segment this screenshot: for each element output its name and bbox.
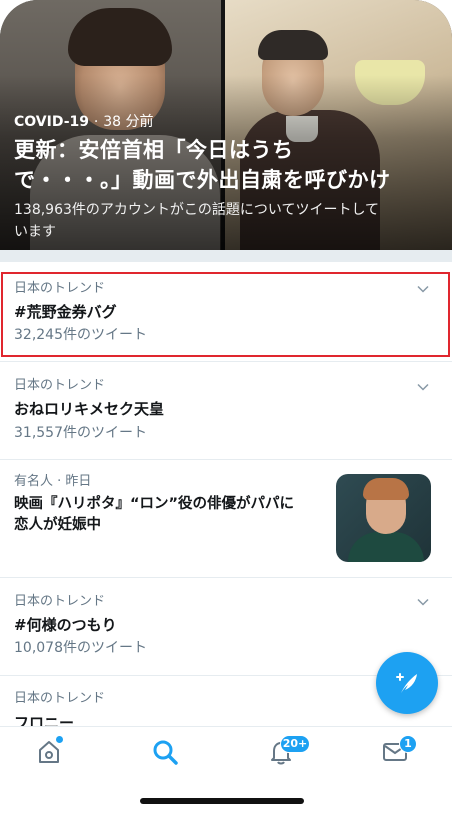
chevron-down-icon[interactable]	[416, 595, 430, 609]
thumbnail-person-body	[348, 532, 424, 562]
trend-item[interactable]: 日本のトレンド おねロリキメセク天皇 31,557件のツイート	[0, 362, 452, 460]
hero-title: 更新：安倍首相「今日はうち で・・・。」動画で外出自粛を呼びかけ	[14, 135, 442, 195]
trend-item[interactable]: 日本のトレンド #荒野金券バグ 32,245件のツイート	[0, 262, 452, 362]
notifications-badge: 20+	[280, 735, 310, 753]
trend-tweet-count: 32,245件のツイート	[14, 327, 147, 343]
news-thumbnail[interactable]	[336, 474, 431, 562]
hero-subtitle-line-2: います	[14, 224, 56, 240]
hero-subtitle: 138,963件のアカウントがこの話題についてツイートして います	[14, 199, 442, 243]
trend-tweet-count: 31,557件のツイート	[14, 425, 147, 441]
trend-tweet-count: 10,078件のツイート	[14, 640, 147, 656]
trend-context: 日本のトレンド	[14, 691, 106, 706]
hero-text-block: COVID-19 · 38 分前 更新：安倍首相「今日はうち で・・・。」動画で…	[14, 112, 442, 243]
compose-tweet-button[interactable]	[376, 652, 438, 714]
hero-meta: COVID-19 · 38 分前	[14, 112, 442, 132]
hero-time: 38 分前	[103, 114, 154, 130]
trend-context: 日本のトレンド	[14, 281, 106, 296]
news-headline-line-1: 映画『ハリポタ』“ロン”役の俳優がパパに	[14, 496, 295, 512]
home-new-indicator-dot	[56, 736, 63, 743]
hero-separator: ·	[93, 114, 99, 130]
feather-plus-icon	[396, 673, 417, 693]
bottom-tab-bar	[0, 726, 452, 778]
trend-name: フロニー	[14, 714, 75, 726]
section-divider	[0, 250, 452, 262]
hero-category: COVID-19	[14, 114, 90, 130]
chevron-down-icon[interactable]	[416, 282, 430, 296]
news-context: 有名人 · 昨日	[14, 474, 92, 489]
chevron-down-icon[interactable]	[416, 380, 430, 394]
trend-context: 日本のトレンド	[14, 594, 106, 609]
featured-story-card[interactable]: COVID-19 · 38 分前 更新：安倍首相「今日はうち で・・・。」動画で…	[0, 0, 452, 250]
trend-name: #荒野金券バグ	[14, 303, 117, 321]
news-headline-line-2: 恋人が妊娠中	[14, 517, 101, 533]
messages-badge: 1	[399, 735, 417, 753]
hero-title-line-1: 更新：安倍首相「今日はうち	[14, 138, 294, 162]
hero-subtitle-line-1: 138,963件のアカウントがこの話題についてツイートして	[14, 202, 380, 218]
trend-context: 日本のトレンド	[14, 378, 106, 393]
thumbnail-person-hair	[363, 478, 409, 500]
trend-name: おねロリキメセク天皇	[14, 400, 165, 418]
hero-title-line-2: で・・・。」動画で外出自粛を呼びかけ	[14, 168, 391, 192]
trend-name: #何様のつもり	[14, 616, 117, 634]
search-icon[interactable]	[150, 737, 180, 767]
home-indicator-bar[interactable]	[140, 798, 304, 804]
